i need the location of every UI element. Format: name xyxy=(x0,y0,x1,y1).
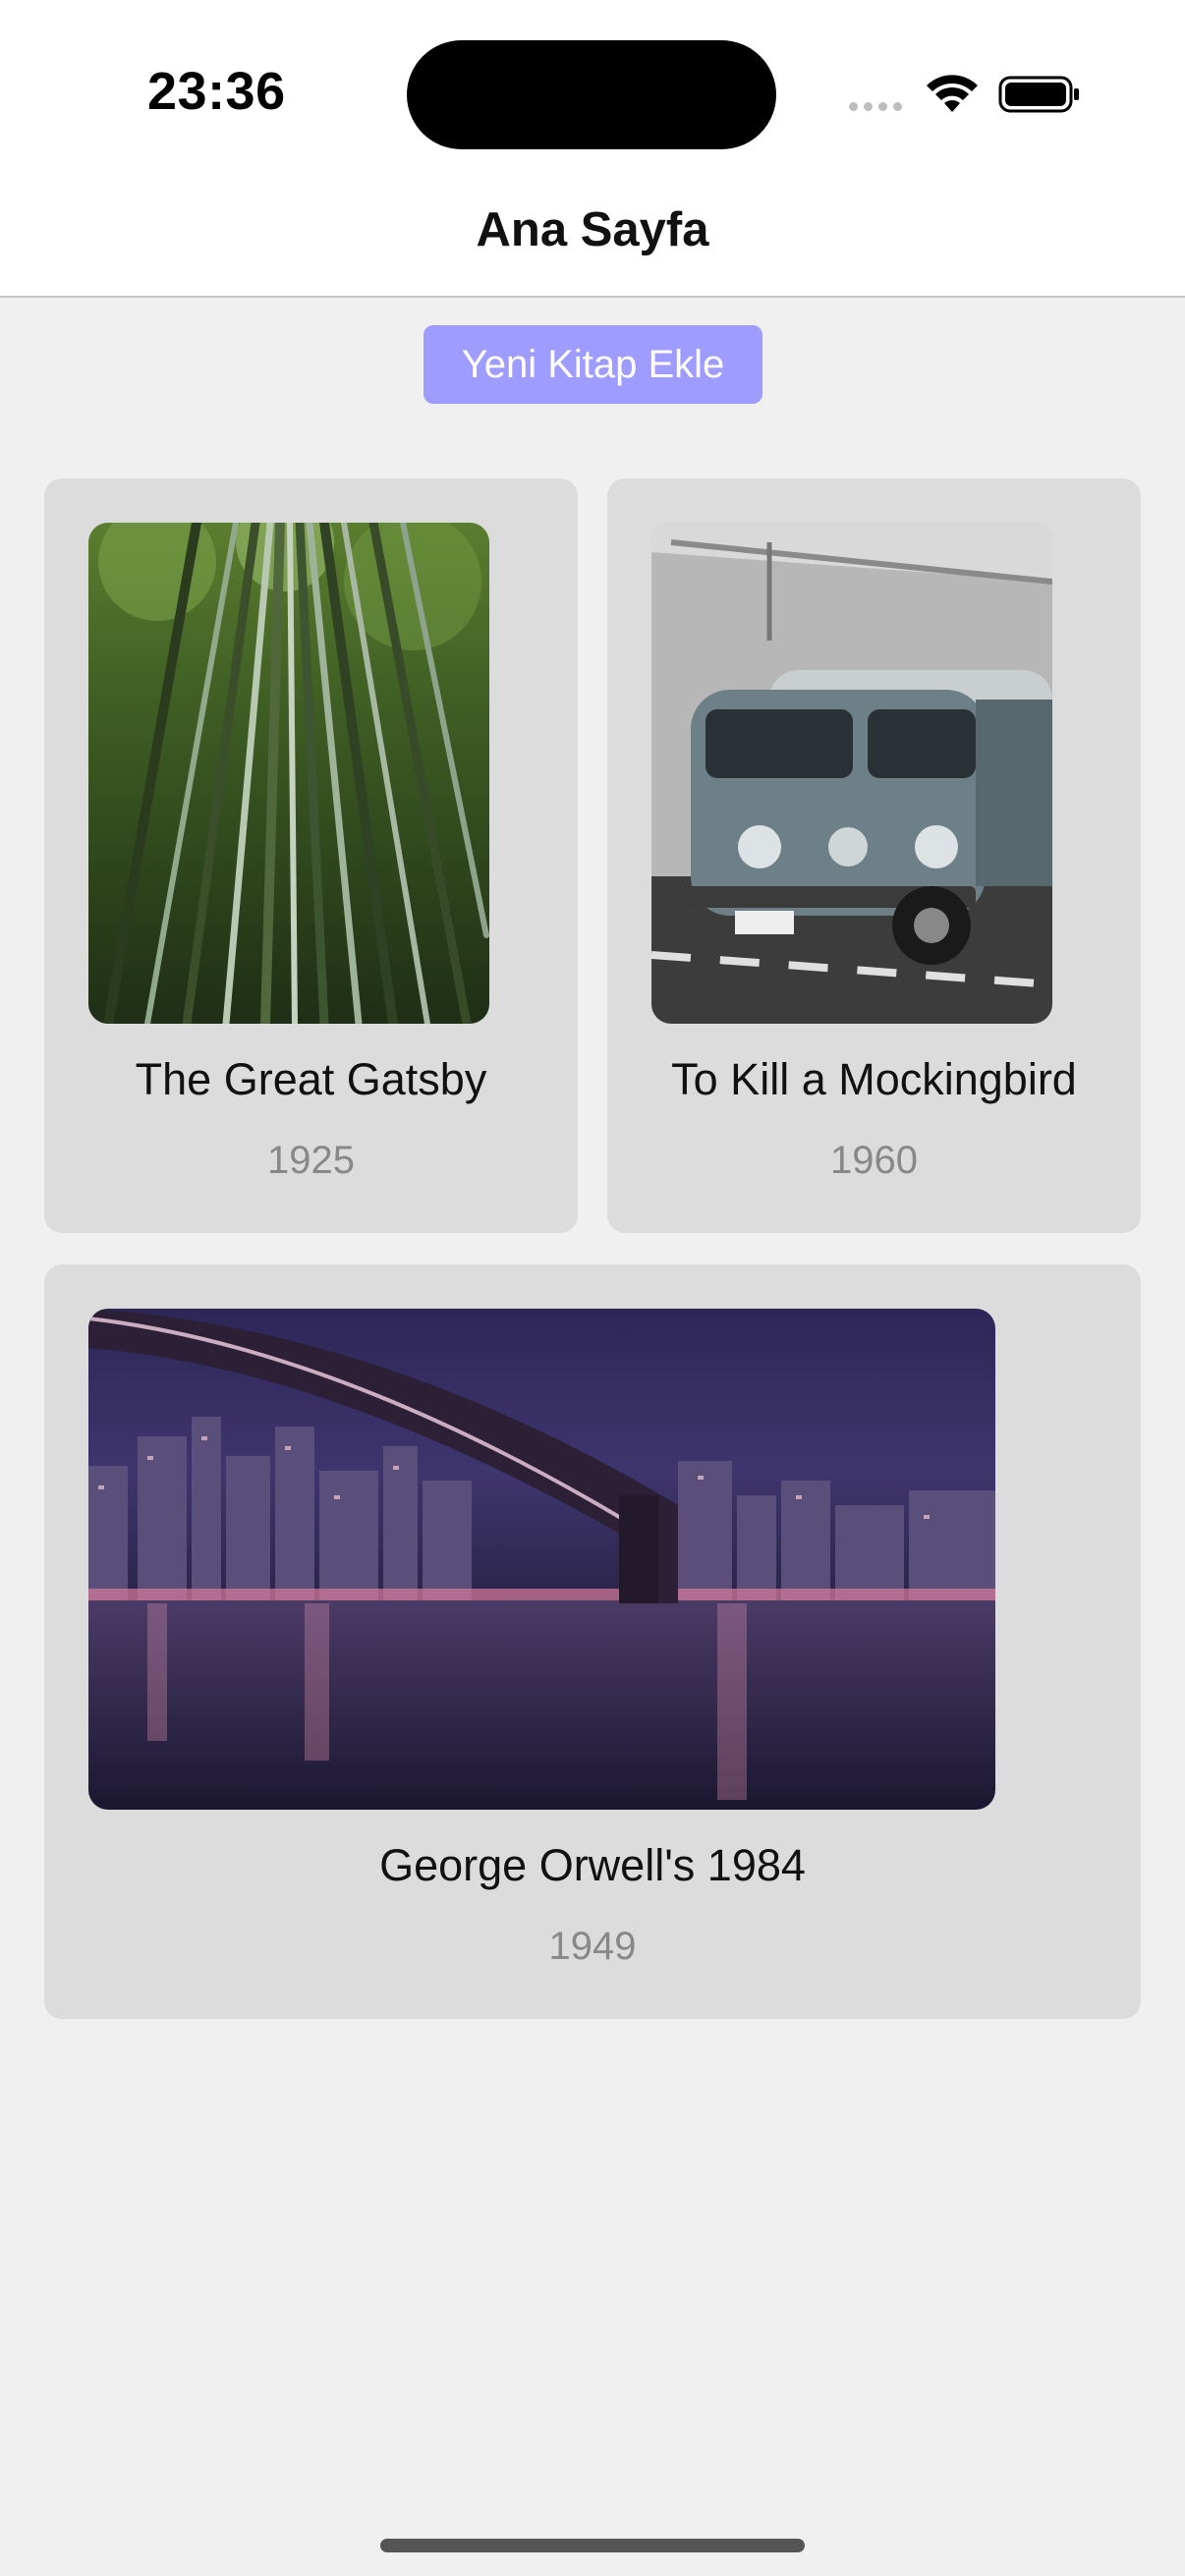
book-card-1984[interactable]: George Orwell's 1984 1949 xyxy=(44,1264,1141,2019)
book-card-gatsby[interactable]: The Great Gatsby 1925 xyxy=(44,478,578,1233)
book-year: 1925 xyxy=(267,1139,355,1182)
vw-van-image xyxy=(651,523,1052,1024)
book-title: The Great Gatsby xyxy=(135,1054,487,1104)
city-bridge-night-image xyxy=(88,1309,995,1810)
book-year: 1960 xyxy=(830,1139,918,1182)
home-indicator[interactable] xyxy=(380,2539,805,2552)
book-title: To Kill a Mockingbird xyxy=(671,1054,1077,1104)
status-bar: 23:36 xyxy=(0,0,1185,177)
dynamic-island xyxy=(407,40,776,149)
bamboo-forest-image xyxy=(88,523,489,1024)
add-book-button[interactable]: Yeni Kitap Ekle xyxy=(423,325,762,404)
status-time: 23:36 xyxy=(147,62,286,121)
cellular-signal-icon xyxy=(849,102,902,111)
book-title: George Orwell's 1984 xyxy=(379,1840,806,1890)
book-year: 1949 xyxy=(548,1925,637,1968)
navigation-bar: Ana Sayfa xyxy=(0,177,1185,298)
wifi-icon xyxy=(927,75,978,112)
page-title: Ana Sayfa xyxy=(476,203,709,256)
battery-icon xyxy=(998,76,1079,113)
book-card-mockingbird[interactable]: To Kill a Mockingbird 1960 xyxy=(607,478,1141,1233)
